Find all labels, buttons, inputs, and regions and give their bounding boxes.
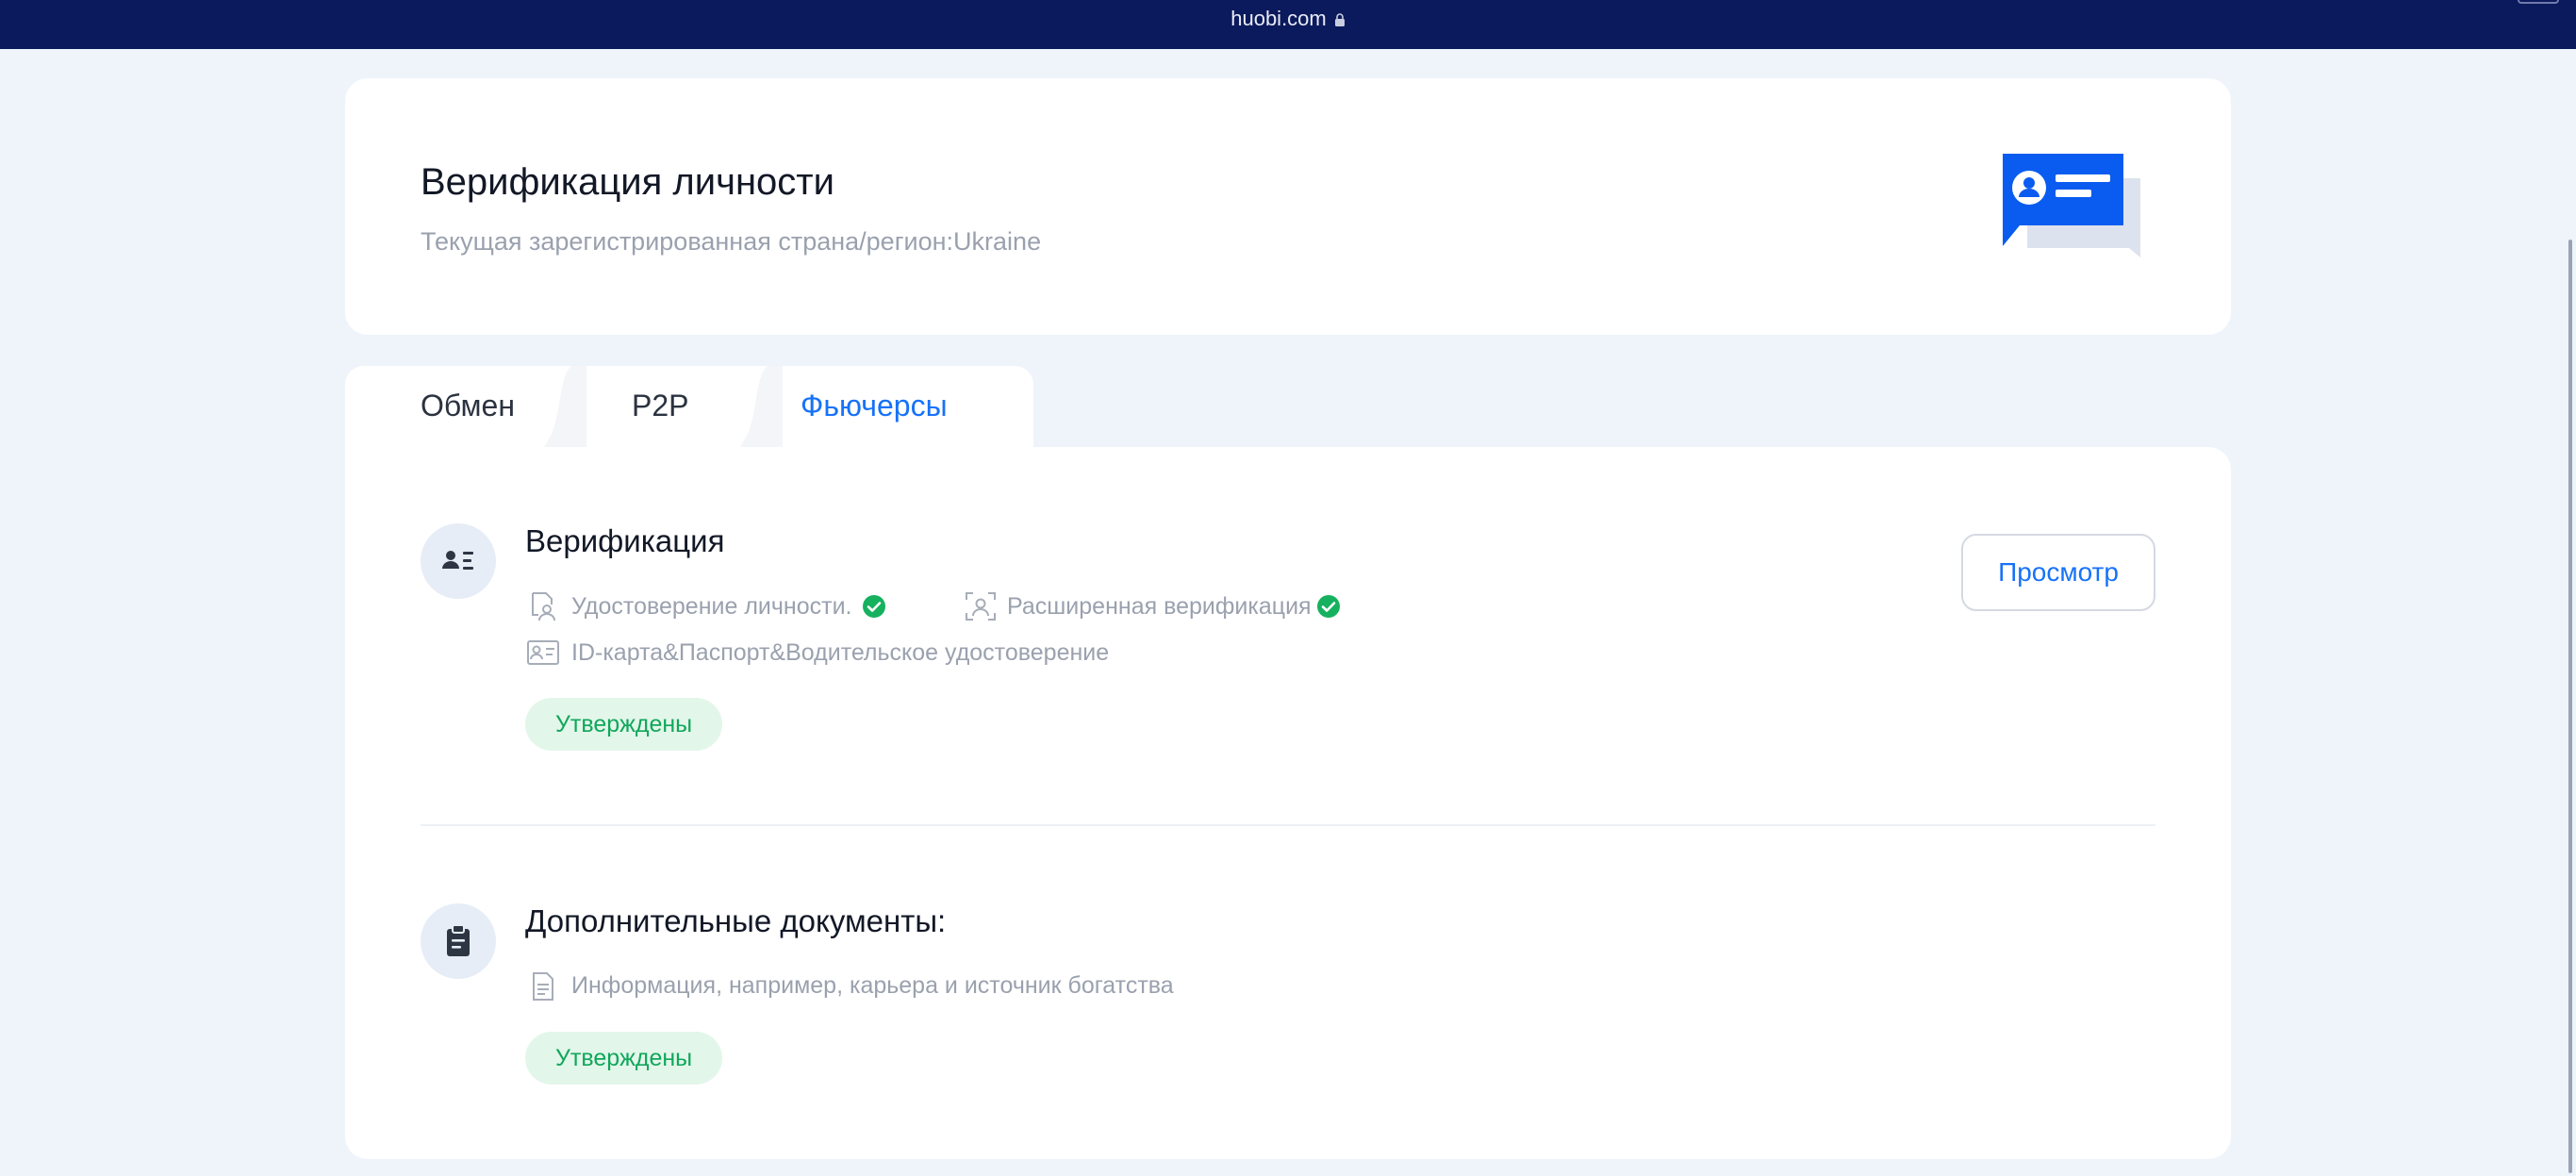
tab-p2p[interactable]: P2P	[632, 383, 688, 428]
page-scrollbar[interactable]	[2568, 240, 2572, 1173]
id-card-icon	[527, 640, 559, 665]
url-text: huobi.com	[1230, 7, 1327, 30]
lock-icon	[1334, 7, 1346, 26]
identity-header-card: Верификация личности Текущая зарегистрир…	[345, 78, 2231, 335]
user-document-icon	[532, 592, 555, 621]
requirement-wealth-source: Информация, например, карьера и источник…	[571, 972, 1174, 999]
requirement-advanced-verification: Расширенная верификация	[1007, 593, 1312, 620]
additional-documents-title: Дополнительные документы:	[525, 903, 947, 938]
tab-exchange[interactable]: Обмен	[421, 383, 515, 428]
verification-card: Верификация Удостоверение личности. Расш…	[345, 447, 2231, 1159]
tab-bar: Обмен P2P Фьючерсы	[345, 366, 1033, 449]
browser-top-bar: huobi.com	[0, 0, 2576, 49]
clipboard-icon	[421, 903, 496, 979]
registered-country: Текущая зарегистрированная страна/регион…	[421, 227, 1042, 256]
requirement-document-types: ID-карта&Паспорт&Водительское удостовере…	[571, 639, 1110, 666]
tab-separator	[739, 366, 783, 449]
additional-status-badge: Утверждены	[525, 1032, 723, 1085]
section-divider	[421, 824, 2155, 826]
document-icon	[533, 972, 553, 1001]
view-button[interactable]: Просмотр	[1961, 534, 2155, 611]
check-circle-icon	[863, 595, 885, 618]
verification-status-badge: Утверждены	[525, 698, 723, 751]
page-title: Верификация личности	[421, 161, 834, 203]
face-scan-icon	[966, 592, 996, 621]
tab-overview-icon[interactable]	[2518, 0, 2559, 4]
address-bar[interactable]: huobi.com	[0, 6, 2576, 32]
requirement-id-document: Удостоверение личности.	[571, 593, 852, 620]
check-circle-icon	[1317, 595, 1340, 618]
id-card-chat-icon	[2003, 154, 2140, 257]
tab-separator	[543, 366, 586, 449]
tab-futures[interactable]: Фьючерсы	[801, 383, 948, 428]
user-list-icon	[421, 523, 496, 599]
verification-title: Верификация	[525, 523, 725, 558]
